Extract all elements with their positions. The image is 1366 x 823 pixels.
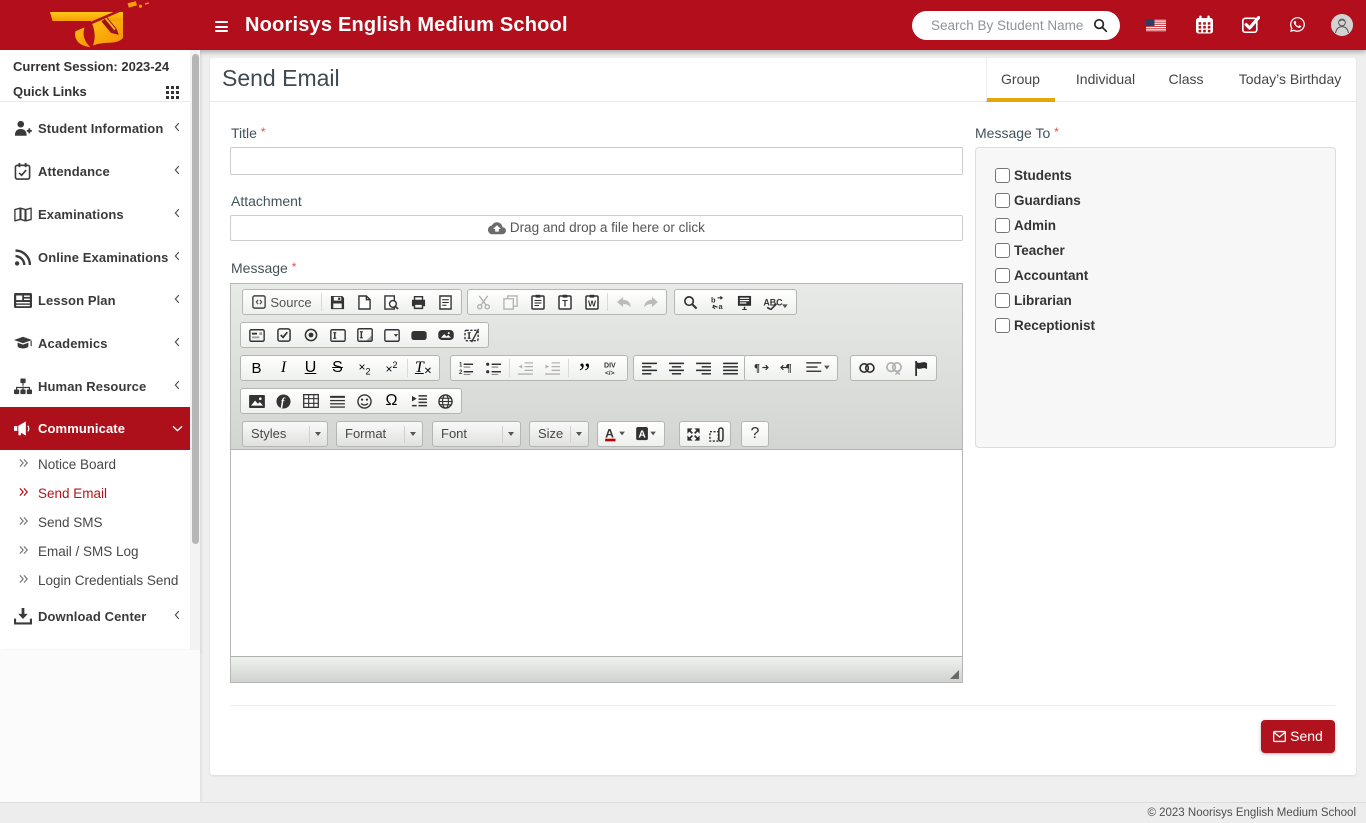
svg-text:W: W — [587, 299, 596, 309]
svg-text:T: T — [562, 299, 568, 309]
svg-text:</>: </> — [604, 370, 614, 376]
svg-text:DIV: DIV — [604, 362, 616, 369]
svg-text:¶: ¶ — [785, 362, 791, 374]
svg-text:¶: ¶ — [754, 362, 760, 374]
svg-text:2: 2 — [459, 370, 463, 375]
svg-text:1: 1 — [459, 363, 463, 369]
svg-text:A: A — [605, 426, 614, 440]
svg-text:a: a — [718, 302, 723, 310]
svg-text:b: b — [710, 295, 715, 304]
svg-text:A: A — [638, 429, 646, 440]
svg-text:ABC: ABC — [763, 297, 783, 307]
